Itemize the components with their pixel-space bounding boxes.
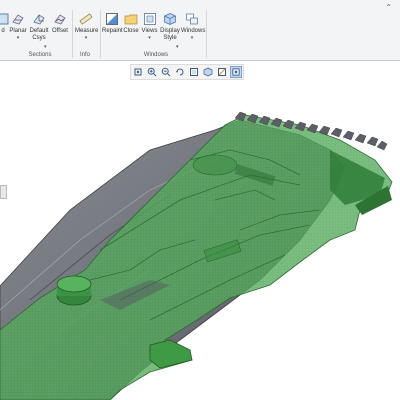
- display-style-icon[interactable]: [202, 66, 214, 78]
- windows-button-label: Windows: [181, 28, 206, 34]
- model-front-clip: [149, 339, 193, 369]
- model-boss: [56, 275, 92, 306]
- measure-button-label: Measure: [75, 28, 99, 34]
- measure-button[interactable]: Measure ▾: [75, 12, 99, 48]
- zoom-out-icon[interactable]: [160, 66, 172, 78]
- ribbon-toolbar: ⌃ d Planar ▾ Default Csys ▾ Offset Measu…: [0, 0, 400, 61]
- offset-button[interactable]: Offset: [51, 12, 69, 48]
- close-button-label: Close: [123, 28, 139, 34]
- views-button[interactable]: Views ▾: [141, 12, 158, 48]
- chevron-down-icon[interactable]: ▾: [176, 44, 179, 50]
- close-window-button[interactable]: Close: [123, 12, 139, 48]
- default-csys-label-line2: Csys: [32, 35, 46, 41]
- datum-display-icon[interactable]: [216, 66, 228, 78]
- close-folder-icon: [124, 14, 138, 25]
- group-separator: [206, 10, 207, 58]
- windows-button[interactable]: Windows ▾: [181, 12, 206, 48]
- chevron-down-icon: ▾: [148, 35, 151, 41]
- repaint-icon[interactable]: [174, 66, 186, 78]
- default-csys-label-line1: Default: [29, 28, 49, 34]
- group-label-windows: Windows: [143, 52, 169, 58]
- display-style-button[interactable]: Display Style: [160, 12, 180, 48]
- group-separator: [72, 10, 73, 58]
- measure-ruler-icon: [79, 13, 93, 25]
- group-label-info: Info: [79, 52, 90, 58]
- chevron-down-icon: ▾: [84, 35, 88, 41]
- display-style-label-line1: Display: [160, 28, 180, 34]
- offset-button-label: Offset: [52, 28, 68, 34]
- planar-button[interactable]: Planar ▾: [9, 12, 27, 48]
- display-style-cube-icon: [164, 13, 176, 25]
- repaint-icon: [106, 13, 118, 25]
- graphics-toolbar: [130, 64, 244, 80]
- minimize-ribbon-icon[interactable]: ⌃: [385, 3, 392, 12]
- chevron-down-icon: ▾: [190, 35, 194, 41]
- model-viewport[interactable]: [0, 80, 400, 400]
- display-style-label-line2: Style: [163, 35, 177, 41]
- repaint-button[interactable]: Repaint: [102, 12, 123, 48]
- group-label-sections: Sections: [28, 52, 52, 58]
- refit-icon[interactable]: [132, 66, 144, 78]
- zoom-in-icon[interactable]: [146, 66, 158, 78]
- chevron-down-icon[interactable]: ▾: [44, 44, 47, 50]
- repaint-button-label: Repaint: [102, 28, 123, 34]
- views-button-label: Views: [141, 28, 158, 34]
- offset-section-icon: [54, 14, 66, 25]
- planar-button-label: Planar: [9, 28, 27, 34]
- planar-section-icon: [12, 14, 24, 25]
- group-separator: [100, 10, 101, 58]
- csys-icon: [33, 14, 45, 25]
- chevron-down-icon: ▾: [16, 35, 20, 41]
- views-icon: [143, 13, 156, 25]
- spin-center-icon[interactable]: [230, 66, 242, 78]
- default-csys-button[interactable]: Default Csys: [29, 12, 49, 48]
- saved-views-icon[interactable]: [188, 66, 200, 78]
- windows-icon: [186, 13, 198, 25]
